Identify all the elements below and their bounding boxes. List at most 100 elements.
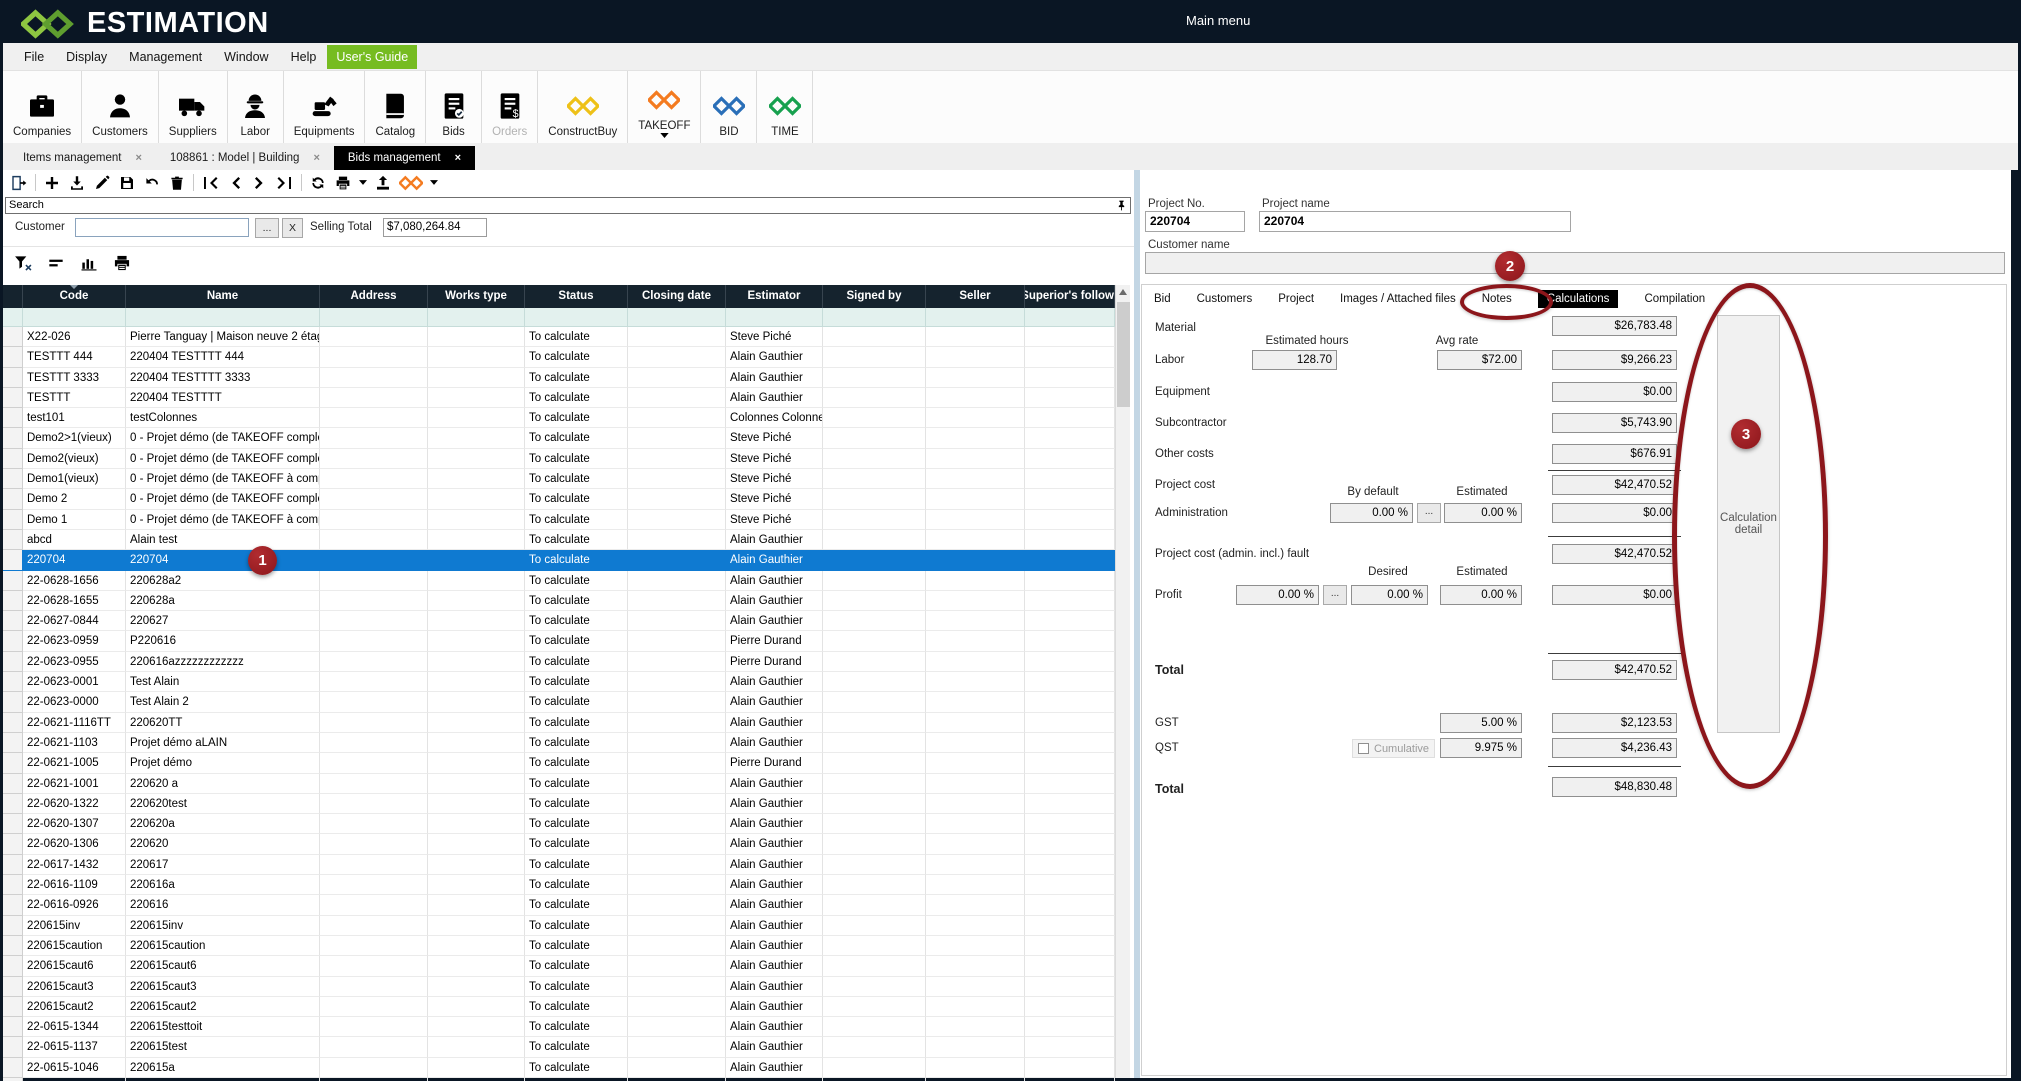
row-selector-cell[interactable] <box>3 814 23 834</box>
table-cell[interactable] <box>1025 1037 1115 1057</box>
table-cell[interactable]: 22-0615-1137 <box>23 1037 126 1057</box>
table-cell[interactable] <box>428 368 525 388</box>
table-row[interactable]: Demo1(vieux)0 - Projet démo (de TAKEOFF … <box>3 469 1115 489</box>
table-cell[interactable] <box>628 652 726 672</box>
table-cell[interactable] <box>1025 997 1115 1017</box>
table-cell[interactable]: To calculate <box>525 977 628 997</box>
table-cell[interactable] <box>628 733 726 753</box>
table-cell[interactable] <box>823 936 926 956</box>
table-cell[interactable] <box>823 855 926 875</box>
table-cell[interactable] <box>823 1058 926 1078</box>
table-cell[interactable]: Alain test <box>126 530 320 550</box>
table-cell[interactable] <box>628 631 726 651</box>
table-cell[interactable] <box>428 855 525 875</box>
table-cell[interactable]: Demo 1 <box>23 510 126 530</box>
material-value[interactable]: $26,783.48 <box>1552 316 1677 336</box>
subcontractor-value[interactable]: $5,743.90 <box>1552 413 1677 433</box>
table-cell[interactable]: 22-0623-0955 <box>23 652 126 672</box>
table-cell[interactable]: 220628a <box>126 591 320 611</box>
table-cell[interactable] <box>823 713 926 733</box>
table-cell[interactable] <box>428 1017 525 1037</box>
table-cell[interactable] <box>320 611 428 631</box>
detail-tab-project[interactable]: Project <box>1278 293 1314 305</box>
table-cell[interactable]: 0 - Projet démo (de TAKEOFF à complé <box>126 469 320 489</box>
row-selector-cell[interactable] <box>3 834 23 854</box>
table-cell[interactable] <box>428 631 525 651</box>
table-cell[interactable] <box>428 936 525 956</box>
row-selector-cell[interactable] <box>3 713 23 733</box>
table-cell[interactable]: 220615test <box>126 1037 320 1057</box>
column-header-address[interactable]: Address <box>320 285 428 308</box>
table-cell[interactable] <box>320 855 428 875</box>
table-cell[interactable] <box>823 327 926 347</box>
column-header-closing-date[interactable]: Closing date <box>628 285 726 308</box>
table-cell[interactable]: Alain Gauthier <box>726 388 823 408</box>
table-cell[interactable] <box>628 591 726 611</box>
tab-bids-management[interactable]: Bids management× <box>334 146 475 170</box>
table-cell[interactable] <box>320 368 428 388</box>
table-cell[interactable]: 220615inv <box>23 916 126 936</box>
filter-cell[interactable] <box>3 308 23 327</box>
table-cell[interactable] <box>823 794 926 814</box>
table-cell[interactable]: Alain Gauthier <box>726 834 823 854</box>
table-cell[interactable] <box>428 388 525 408</box>
table-cell[interactable] <box>628 571 726 591</box>
table-cell[interactable]: 220616azzzzzzzzzzzz <box>126 652 320 672</box>
tab-108861-model-building[interactable]: 108861 : Model | Building× <box>156 146 334 170</box>
table-row[interactable]: X22-026Pierre Tanguay | Maison neuve 2 é… <box>3 327 1115 347</box>
table-cell[interactable]: 22-0623-0001 <box>23 672 126 692</box>
takeoff-caret-icon[interactable] <box>430 180 438 185</box>
table-cell[interactable] <box>320 571 428 591</box>
table-cell[interactable]: To calculate <box>525 834 628 854</box>
table-cell[interactable] <box>1025 388 1115 408</box>
table-cell[interactable]: 22-0621-1005 <box>23 753 126 773</box>
table-cell[interactable]: 220615caut3 <box>23 977 126 997</box>
row-selector-cell[interactable] <box>3 530 23 550</box>
table-cell[interactable]: To calculate <box>525 449 628 469</box>
table-cell[interactable]: 220620TT <box>126 713 320 733</box>
table-cell[interactable]: 220615inv <box>126 916 320 936</box>
exit-door-icon[interactable] <box>10 174 28 192</box>
table-row[interactable]: 220704220704To calculateAlain Gauthier <box>3 550 1115 570</box>
table-cell[interactable] <box>428 713 525 733</box>
table-cell[interactable] <box>320 347 428 367</box>
add-record-icon[interactable] <box>43 174 61 192</box>
table-cell[interactable] <box>1025 591 1115 611</box>
table-cell[interactable]: Alain Gauthier <box>726 774 823 794</box>
table-cell[interactable]: To calculate <box>525 855 628 875</box>
table-cell[interactable] <box>320 753 428 773</box>
table-cell[interactable]: To calculate <box>525 611 628 631</box>
table-cell[interactable] <box>926 977 1025 997</box>
table-cell[interactable] <box>320 489 428 509</box>
delete-trash-icon[interactable] <box>168 174 186 192</box>
table-cell[interactable]: testColonnes <box>126 408 320 428</box>
table-cell[interactable]: To calculate <box>525 428 628 448</box>
menu-item-help[interactable]: Help <box>280 45 328 69</box>
profit-browse-button[interactable]: ... <box>1323 585 1347 605</box>
row-selector-cell[interactable] <box>3 895 23 915</box>
column-header-seller[interactable]: Seller <box>926 285 1025 308</box>
summary-icon[interactable] <box>46 253 66 273</box>
table-cell[interactable] <box>823 611 926 631</box>
table-cell[interactable] <box>428 449 525 469</box>
labor-value[interactable]: $9,266.23 <box>1552 350 1677 370</box>
table-cell[interactable] <box>320 469 428 489</box>
table-cell[interactable] <box>1025 510 1115 530</box>
detail-tab-notes[interactable]: Notes <box>1482 293 1512 305</box>
filter-cell[interactable] <box>726 308 823 327</box>
table-cell[interactable] <box>1025 895 1115 915</box>
table-cell[interactable] <box>628 1037 726 1057</box>
table-cell[interactable] <box>428 916 525 936</box>
table-cell[interactable]: 22-0627-0844 <box>23 611 126 631</box>
table-cell[interactable]: To calculate <box>525 591 628 611</box>
table-cell[interactable]: Alain Gauthier <box>726 672 823 692</box>
table-cell[interactable] <box>320 510 428 530</box>
table-cell[interactable] <box>1025 916 1115 936</box>
table-cell[interactable]: To calculate <box>525 368 628 388</box>
table-cell[interactable]: To calculate <box>525 733 628 753</box>
table-cell[interactable] <box>320 977 428 997</box>
table-cell[interactable] <box>1025 408 1115 428</box>
filter-cell[interactable] <box>926 308 1025 327</box>
row-selector-cell[interactable] <box>3 327 23 347</box>
table-cell[interactable] <box>320 956 428 976</box>
